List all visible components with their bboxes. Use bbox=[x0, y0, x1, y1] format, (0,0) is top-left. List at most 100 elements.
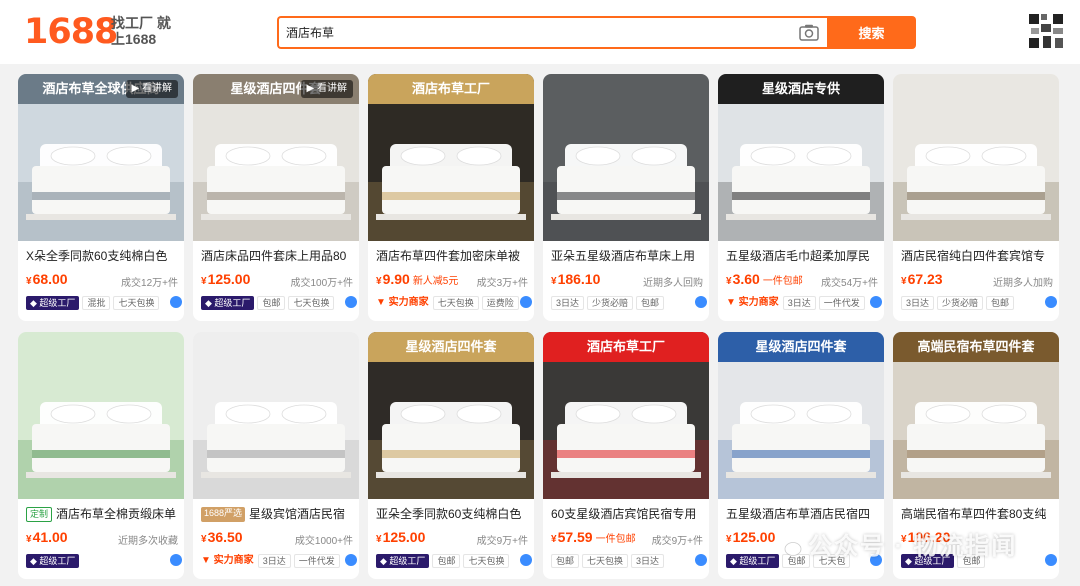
service-tag: 包邮 bbox=[986, 295, 1015, 310]
product-price: ¥41.00 bbox=[26, 529, 68, 545]
product-title-text: 酒店床品四件套床上用品80 bbox=[201, 249, 347, 263]
chat-icon[interactable] bbox=[695, 554, 707, 566]
sales-count: 成交1000+件 bbox=[294, 536, 353, 547]
product-card[interactable]: 星级酒店四件套 ▶ 看讲解酒店床品四件套床上用品80 ¥125.00 成交100万+件… bbox=[193, 74, 359, 321]
product-image[interactable]: 星级酒店四件套 bbox=[368, 332, 534, 499]
product-title[interactable]: 五星级酒店毛巾超柔加厚民 bbox=[726, 248, 878, 264]
video-explain-button[interactable]: ▶ 看讲解 bbox=[300, 80, 353, 98]
strong-merchant-badge: ▼ 实力商家 bbox=[726, 296, 779, 308]
product-card[interactable]: 酒店布草工厂 酒店布草四件套加密床单被 ¥9.90 新人减5元 成交3万+件 ▼ 实力商家… bbox=[368, 74, 534, 321]
product-card[interactable]: 酒店布草工厂 60支星级酒店宾馆民宿专用 ¥57.59 一件包邮 成交9万+件 包邮 七天包… bbox=[543, 332, 709, 579]
super-factory-badge: ◆ 超级工厂 bbox=[201, 295, 255, 310]
product-card[interactable]: 定制 酒店布草全棉贡缎床单 ¥41.00 近期多次收藏 ◆ 超级工厂 bbox=[18, 332, 184, 579]
service-tags: ◆ 超级工厂 包邮 七天包换 bbox=[201, 294, 353, 310]
product-card[interactable]: 亚朵五星级酒店布草床上用 ¥186.10 近期多人回购 3日达 少货必赔 包邮 bbox=[543, 74, 709, 321]
product-price: ¥125.00 bbox=[726, 529, 776, 545]
product-image[interactable]: 高端民宿布草四件套 bbox=[893, 332, 1059, 499]
product-image[interactable]: 酒店布草工厂 bbox=[368, 74, 534, 241]
product-card[interactable]: 酒店布草全球供应商 ▶ 看讲解 X朵全季同款60支纯棉白色 ¥68.00 成交12万+件… bbox=[18, 74, 184, 321]
product-card[interactable]: 星级酒店专供五星级酒店毛巾超柔加厚民 ¥3.60 一件包邮 成交54万+件 ▼ 实力商家… bbox=[718, 74, 884, 321]
chat-icon[interactable] bbox=[870, 296, 882, 308]
product-image[interactable] bbox=[193, 332, 359, 499]
price-row: ¥68.00 成交12万+件 bbox=[26, 271, 178, 291]
product-title[interactable]: 五星级酒店布草酒店民宿四 bbox=[726, 506, 878, 522]
title-tag: 1688严选 bbox=[201, 507, 246, 523]
product-title[interactable]: 酒店布草四件套加密床单被 bbox=[376, 248, 528, 264]
service-tag: 少货必赔 bbox=[937, 295, 984, 310]
service-tag: 一件代发 bbox=[818, 295, 865, 310]
image-banner-text: 高端民宿布草四件套 bbox=[893, 332, 1059, 362]
product-image[interactable]: 星级酒店四件套 bbox=[718, 332, 884, 499]
product-title[interactable]: 酒店民宿纯白四件套宾馆专 bbox=[901, 248, 1053, 264]
service-tag: 3日达 bbox=[551, 295, 585, 310]
qr-code-icon[interactable] bbox=[1029, 14, 1063, 48]
product-title[interactable]: 定制 酒店布草全棉贡缎床单 bbox=[26, 506, 178, 523]
promo-label: 一件包邮 bbox=[595, 534, 636, 545]
watermark: 公众号 · 物流指闻 bbox=[776, 527, 1066, 567]
product-title[interactable]: 1688严选 星级宾馆酒店民宿 bbox=[201, 506, 353, 523]
chat-icon[interactable] bbox=[170, 554, 182, 566]
product-card[interactable]: 1688严选 星级宾馆酒店民宿 ¥36.50 成交1000+件 ▼ 实力商家 3日达 一件代… bbox=[193, 332, 359, 579]
service-tag: 七天包换 bbox=[432, 295, 479, 310]
product-card[interactable]: 星级酒店四件套 亚朵全季同款60支纯棉白色 ¥125.00 成交9万+件 ◆ 超级工厂包… bbox=[368, 332, 534, 579]
image-banner-text: 酒店布草工厂 bbox=[368, 74, 534, 104]
product-image[interactable]: 星级酒店四件套 ▶ 看讲解 bbox=[193, 74, 359, 241]
product-title[interactable]: 酒店床品四件套床上用品80 bbox=[201, 248, 353, 264]
chat-icon[interactable] bbox=[345, 554, 357, 566]
product-title-text: 酒店布草四件套加密床单被 bbox=[376, 249, 521, 263]
product-image[interactable]: 酒店布草全球供应商 ▶ 看讲解 bbox=[18, 74, 184, 241]
service-tag: 七天包换 bbox=[463, 553, 510, 568]
strong-merchant-badge: ▼ 实力商家 bbox=[376, 296, 429, 308]
product-image[interactable]: 酒店布草工厂 bbox=[543, 332, 709, 499]
product-title-text: 酒店布草全棉贡缎床单 bbox=[56, 507, 177, 521]
header: 1688 找工厂 就上1688 搜索 bbox=[0, 0, 1080, 64]
product-title[interactable]: 亚朵全季同款60支纯棉白色 bbox=[376, 506, 528, 522]
video-explain-button[interactable]: ▶ 看讲解 bbox=[125, 80, 178, 98]
service-tag: 混批 bbox=[82, 295, 111, 310]
wechat-icon bbox=[777, 536, 802, 556]
chat-icon[interactable] bbox=[345, 296, 357, 308]
service-tag: 包邮 bbox=[257, 295, 286, 310]
product-title[interactable]: 60支星级酒店宾馆民宿专用 bbox=[551, 506, 703, 522]
service-tags: 包邮 七天包换 3日达 bbox=[551, 552, 703, 568]
product-title[interactable]: 亚朵五星级酒店布草床上用 bbox=[551, 248, 703, 264]
price-row: ¥125.00 成交100万+件 bbox=[201, 271, 353, 291]
price-row: ¥3.60 一件包邮 成交54万+件 bbox=[726, 271, 878, 291]
service-tags: ▼ 实力商家 3日达 一件代发 bbox=[201, 552, 353, 568]
product-title-text: 五星级酒店布草酒店民宿四 bbox=[726, 507, 871, 521]
product-title[interactable]: X朵全季同款60支纯棉白色 bbox=[26, 248, 178, 264]
search-button[interactable]: 搜索 bbox=[827, 16, 916, 49]
product-image[interactable] bbox=[18, 332, 184, 499]
service-tags: ◆ 超级工厂 混批 七天包换 bbox=[26, 294, 178, 310]
service-tag: 七天包换 bbox=[288, 295, 335, 310]
sales-count: 近期多人加购 bbox=[993, 278, 1053, 289]
image-banner-text: 星级酒店四件套 bbox=[718, 332, 884, 362]
search-input[interactable] bbox=[286, 18, 786, 47]
service-tags: ▼ 实力商家 七天包换 运费险 bbox=[376, 294, 528, 310]
promo-label: 新人减5元 bbox=[412, 276, 459, 287]
product-title-text: 高端民宿布草四件套80支纯 bbox=[901, 507, 1047, 521]
sales-count: 近期多人回购 bbox=[643, 278, 703, 289]
service-tag: 一件代发 bbox=[293, 553, 340, 568]
camera-icon[interactable] bbox=[799, 24, 819, 41]
product-title[interactable]: 高端民宿布草四件套80支纯 bbox=[901, 506, 1053, 522]
service-tags: ◆ 超级工厂 bbox=[26, 552, 178, 568]
product-card[interactable]: 酒店民宿纯白四件套宾馆专 ¥67.23 近期多人加购 3日达 少货必赔 包邮 bbox=[893, 74, 1059, 321]
product-price: ¥186.10 bbox=[551, 271, 601, 287]
site-logo[interactable]: 1688 bbox=[24, 12, 118, 52]
super-factory-badge: ◆ 超级工厂 bbox=[26, 553, 80, 568]
product-image[interactable] bbox=[893, 74, 1059, 241]
chat-icon[interactable] bbox=[520, 554, 532, 566]
service-tag: 3日达 bbox=[782, 295, 816, 310]
product-image[interactable] bbox=[543, 74, 709, 241]
chat-icon[interactable] bbox=[170, 296, 182, 308]
product-image[interactable]: 星级酒店专供 bbox=[718, 74, 884, 241]
promo-label: 一件包邮 bbox=[762, 276, 803, 287]
service-tag: 包邮 bbox=[432, 553, 461, 568]
product-title-text: 60支星级酒店宾馆民宿专用 bbox=[551, 507, 697, 521]
chat-icon[interactable] bbox=[1045, 296, 1057, 308]
chat-icon[interactable] bbox=[520, 296, 532, 308]
service-tag: 少货必赔 bbox=[587, 295, 634, 310]
watermark-text: 公众号 · 物流指闻 bbox=[808, 533, 1018, 560]
chat-icon[interactable] bbox=[695, 296, 707, 308]
